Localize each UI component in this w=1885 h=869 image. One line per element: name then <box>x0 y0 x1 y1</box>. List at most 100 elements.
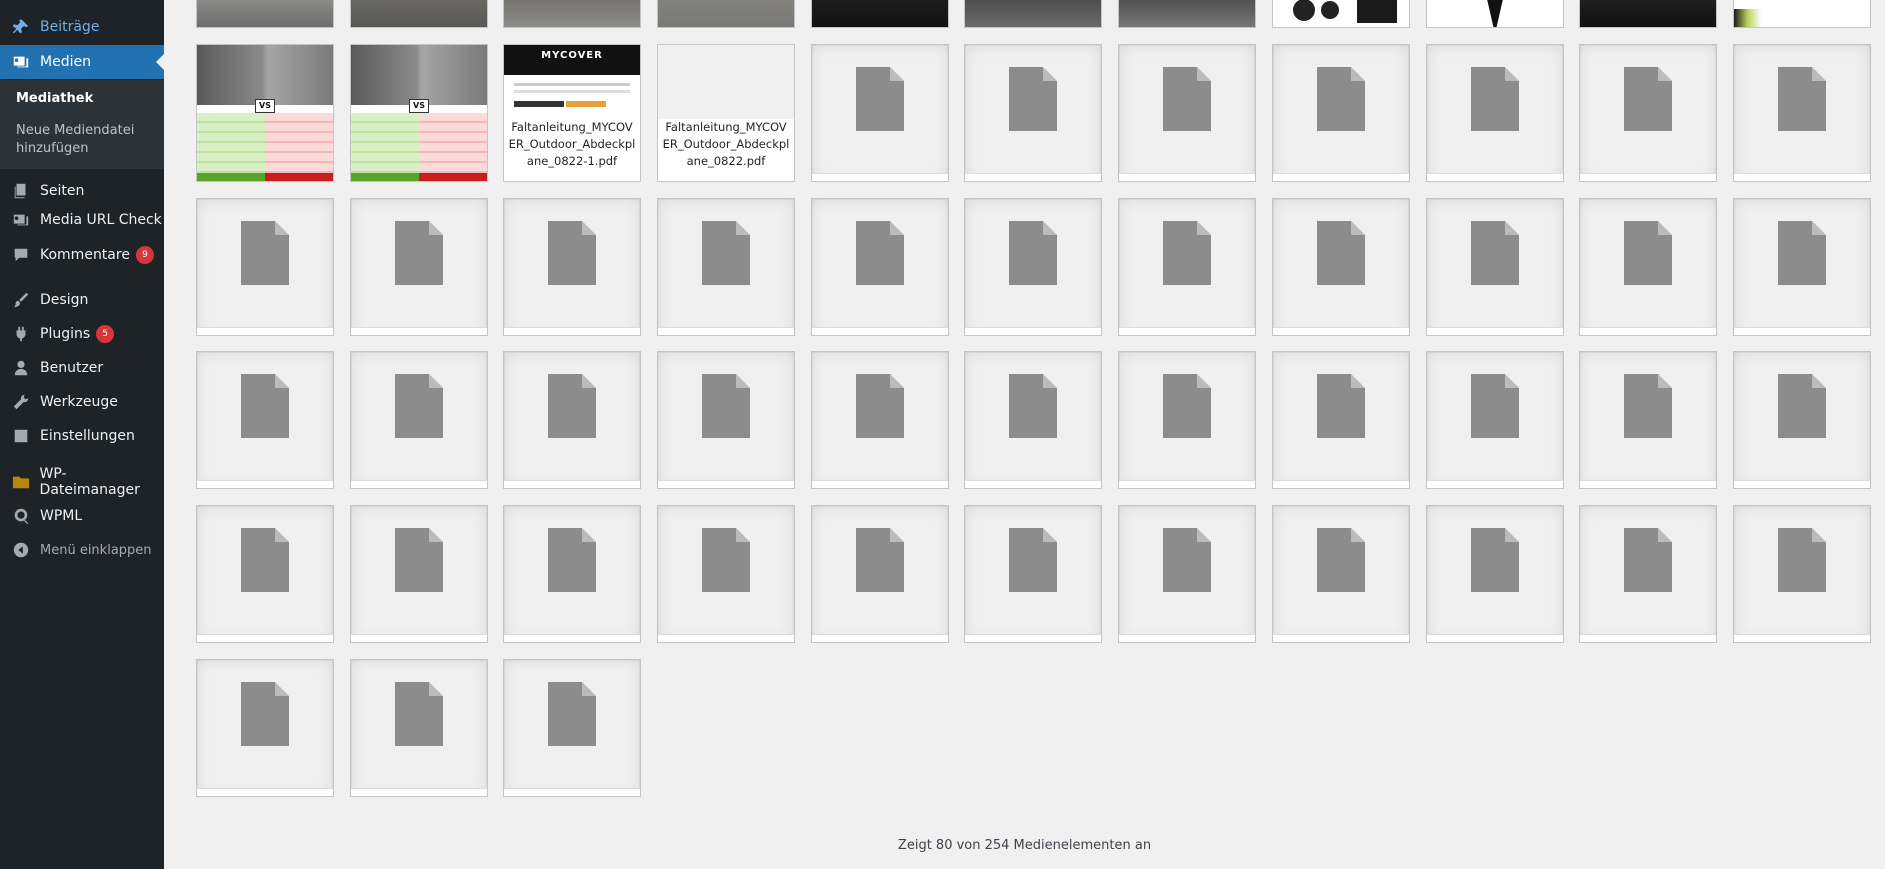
media-item-document[interactable] <box>1118 351 1256 489</box>
media-item-document[interactable] <box>503 351 641 489</box>
media-item-document[interactable] <box>1426 505 1564 643</box>
media-item-document[interactable] <box>350 198 488 336</box>
media-item-document[interactable] <box>1426 198 1564 336</box>
media-item-document[interactable] <box>1579 505 1717 643</box>
media-item-document[interactable] <box>1579 351 1717 489</box>
media-item-document[interactable] <box>964 505 1102 643</box>
media-item[interactable]: VS <box>196 44 334 182</box>
sidebar-item-media-url-check[interactable]: Media URL Check <box>0 203 164 237</box>
media-submenu: Mediathek Neue Mediendatei hinzufügen <box>0 80 164 169</box>
brush-icon <box>11 290 31 310</box>
media-item-document[interactable] <box>657 198 795 336</box>
sidebar-item-wpml[interactable]: WPML <box>0 499 164 533</box>
media-item-pdf[interactable]: MYCOVER Faltanleitung_MYCOVER_Outdoor_Ab… <box>503 44 641 182</box>
media-item[interactable] <box>1118 0 1256 28</box>
sidebar-item-tools[interactable]: Werkzeuge <box>0 385 164 419</box>
media-item-document[interactable] <box>964 351 1102 489</box>
user-icon <box>11 358 31 378</box>
document-icon <box>395 374 443 438</box>
document-icon <box>1163 221 1211 285</box>
media-item-document[interactable] <box>1579 198 1717 336</box>
media-item[interactable]: VS <box>350 44 488 182</box>
sidebar-item-users[interactable]: Benutzer <box>0 351 164 385</box>
media-item-document[interactable] <box>196 351 334 489</box>
document-icon <box>395 528 443 592</box>
media-item-document[interactable] <box>1426 351 1564 489</box>
sidebar-item-plugins[interactable]: Plugins 5 <box>0 317 164 351</box>
media-item-document[interactable] <box>503 198 641 336</box>
sidebar-item-label: Seiten <box>40 183 85 199</box>
media-item-document[interactable] <box>196 505 334 643</box>
media-count-text: Zeigt 80 von 254 Medienelementen an <box>897 838 1152 853</box>
media-item[interactable] <box>503 0 641 28</box>
media-item[interactable] <box>811 0 949 28</box>
media-item-document[interactable] <box>196 659 334 797</box>
media-item-pdf[interactable]: Faltanleitung_MYCOVER_Outdoor_Abdeckplan… <box>657 44 795 182</box>
media-item-document[interactable] <box>657 351 795 489</box>
sidebar-item-posts[interactable]: Beiträge <box>0 10 164 44</box>
media-item[interactable] <box>657 0 795 28</box>
sidebar-item-media[interactable]: Medien <box>0 45 164 79</box>
vs-label: VS <box>255 99 275 113</box>
media-item-document[interactable] <box>811 44 949 182</box>
tile-footer-strip <box>197 480 333 488</box>
media-item-document[interactable] <box>1272 351 1410 489</box>
cover-photo-thumbnail <box>658 0 794 27</box>
document-icon <box>395 682 443 746</box>
media-item[interactable] <box>1579 0 1717 28</box>
settings-icon <box>11 426 31 446</box>
tile-footer-strip <box>658 480 794 488</box>
media-item[interactable] <box>350 0 488 28</box>
document-icon <box>1317 67 1365 131</box>
comments-icon <box>11 245 31 265</box>
sidebar-item-comments[interactable]: Kommentare 9 <box>0 238 164 272</box>
media-item[interactable] <box>196 0 334 28</box>
sidebar-item-wp-filemanager[interactable]: WP-Dateimanager <box>0 465 164 499</box>
document-icon <box>1624 67 1672 131</box>
media-item-document[interactable] <box>1118 44 1256 182</box>
media-item-document[interactable] <box>1579 44 1717 182</box>
media-item[interactable] <box>964 0 1102 28</box>
tile-footer-strip <box>1273 327 1409 335</box>
submenu-item-library[interactable]: Mediathek <box>16 90 156 108</box>
media-item-document[interactable] <box>1118 505 1256 643</box>
document-icon <box>548 221 596 285</box>
media-item-document[interactable] <box>350 505 488 643</box>
sidebar-item-label: WP-Dateimanager <box>39 466 140 498</box>
tile-footer-strip <box>812 327 948 335</box>
media-item-document[interactable] <box>811 351 949 489</box>
tile-footer-strip <box>965 480 1101 488</box>
media-item-document[interactable] <box>811 198 949 336</box>
media-item[interactable] <box>1426 0 1564 28</box>
media-item-document[interactable] <box>964 44 1102 182</box>
document-icon <box>1009 67 1057 131</box>
media-item-document[interactable] <box>350 351 488 489</box>
document-icon <box>1163 528 1211 592</box>
media-item-document[interactable] <box>503 505 641 643</box>
collapse-menu-button[interactable]: Menü einklappen <box>0 533 164 567</box>
sidebar-item-settings[interactable]: Einstellungen <box>0 419 164 453</box>
media-item-document[interactable] <box>350 659 488 797</box>
media-item-document[interactable] <box>964 198 1102 336</box>
media-item[interactable] <box>1272 0 1410 28</box>
sidebar-item-label: Kommentare <box>40 247 130 263</box>
media-item-document[interactable] <box>1733 351 1871 489</box>
media-item[interactable] <box>1733 0 1871 28</box>
media-item-document[interactable] <box>503 659 641 797</box>
media-item-document[interactable] <box>1272 44 1410 182</box>
media-item-document[interactable] <box>1272 505 1410 643</box>
media-item-document[interactable] <box>1272 198 1410 336</box>
media-item-document[interactable] <box>1118 198 1256 336</box>
media-item-document[interactable] <box>657 505 795 643</box>
tile-footer-strip <box>1580 480 1716 488</box>
media-item-document[interactable] <box>1733 198 1871 336</box>
media-item-document[interactable] <box>196 198 334 336</box>
media-item-document[interactable] <box>811 505 949 643</box>
comparison-infographic-thumbnail: VS <box>197 45 333 181</box>
media-item-document[interactable] <box>1733 505 1871 643</box>
submenu-item-add-new[interactable]: Neue Mediendatei hinzufügen <box>16 122 156 158</box>
media-item-document[interactable] <box>1733 44 1871 182</box>
sidebar-item-design[interactable]: Design <box>0 283 164 317</box>
product-photo-thumbnail <box>1427 0 1563 27</box>
media-item-document[interactable] <box>1426 44 1564 182</box>
